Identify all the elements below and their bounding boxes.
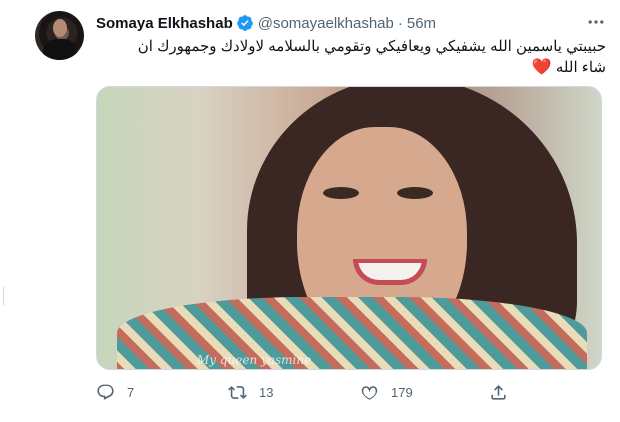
- tweet-media-image[interactable]: My queen yasmine: [96, 86, 602, 370]
- avatar-body: [43, 39, 77, 60]
- retweet-count: 13: [259, 385, 274, 400]
- heart-emoji: ❤️: [531, 59, 552, 76]
- like-button[interactable]: 179: [360, 383, 413, 402]
- tweet-header: Somaya Elkhashab @somayaelkhashab · 56m: [96, 12, 436, 34]
- tweet-timestamp[interactable]: 56m: [407, 15, 436, 32]
- more-options-icon[interactable]: [586, 12, 606, 32]
- author-name[interactable]: Somaya Elkhashab: [96, 15, 233, 32]
- tweet-text: حبيبتي ياسمين الله يشفيكي ويعافيكي وتقوم…: [96, 36, 606, 78]
- retweet-icon: [228, 386, 247, 399]
- photo-right-eye: [397, 187, 433, 199]
- tweet-card[interactable]: Somaya Elkhashab @somayaelkhashab · 56m …: [0, 0, 620, 422]
- retweet-button[interactable]: 13: [228, 383, 273, 402]
- reply-button[interactable]: 7: [96, 383, 134, 402]
- share-button[interactable]: [489, 383, 508, 402]
- share-icon: [491, 385, 506, 400]
- avatar-face: [53, 19, 67, 37]
- avatar[interactable]: [35, 11, 84, 60]
- photo-shirt: [117, 297, 587, 369]
- verified-badge-icon: [236, 15, 253, 31]
- author-handle[interactable]: @somayaelkhashab: [258, 15, 394, 32]
- like-count: 179: [391, 385, 413, 400]
- tweet-text-line-2-words: شاء الله: [555, 59, 606, 76]
- reply-icon: [97, 384, 114, 400]
- like-icon: [361, 386, 378, 400]
- reply-count: 7: [127, 385, 135, 400]
- timeline-edge: [0, 287, 4, 305]
- tweet-text-line-2: شاء الله ❤️: [96, 57, 606, 78]
- header-separator: ·: [397, 14, 403, 32]
- media-watermark: My queen yasmine: [197, 353, 312, 367]
- tweet-text-line-1: حبيبتي ياسمين الله يشفيكي ويعافيكي وتقوم…: [137, 38, 606, 55]
- photo-left-eye: [323, 187, 359, 199]
